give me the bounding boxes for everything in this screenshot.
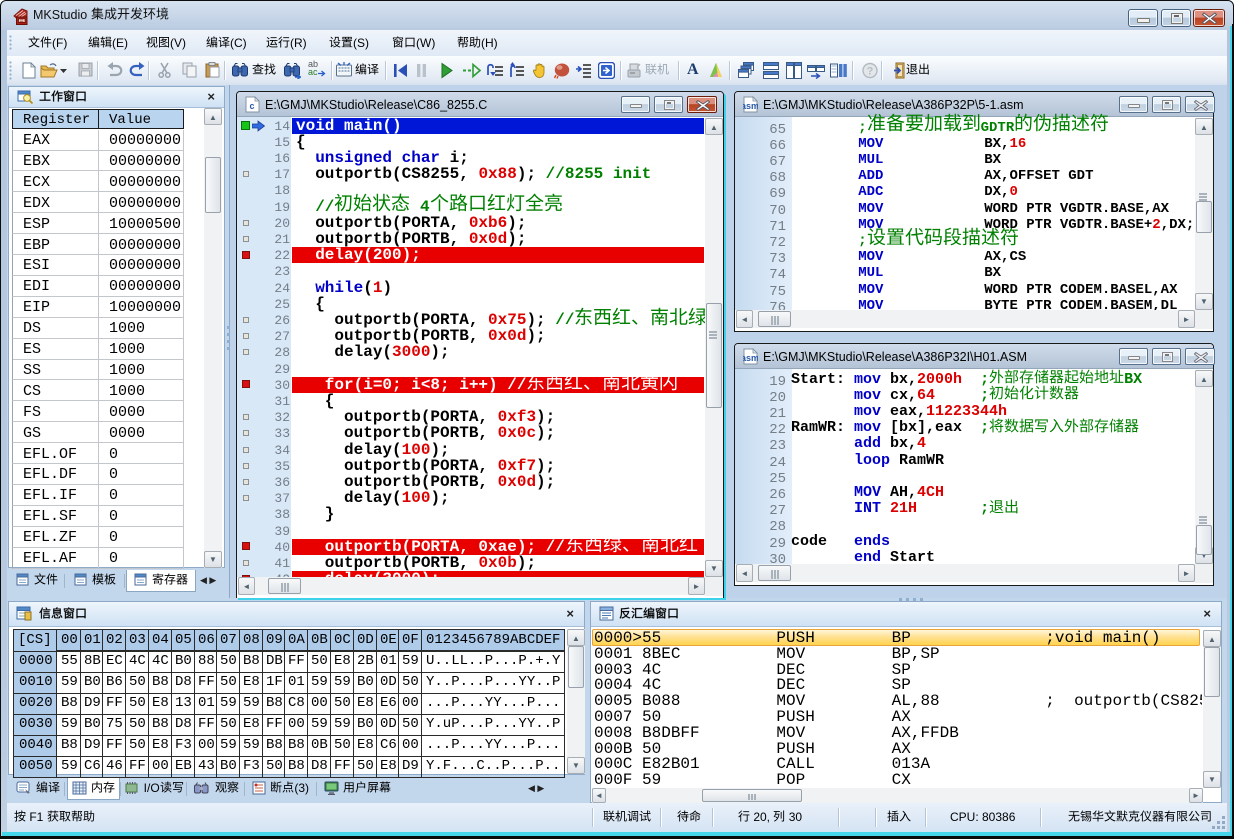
svg-text:c: c — [249, 101, 254, 111]
svg-text:asm: asm — [743, 101, 758, 111]
svg-text:asm: asm — [743, 353, 758, 363]
svg-text:?: ? — [867, 66, 874, 78]
